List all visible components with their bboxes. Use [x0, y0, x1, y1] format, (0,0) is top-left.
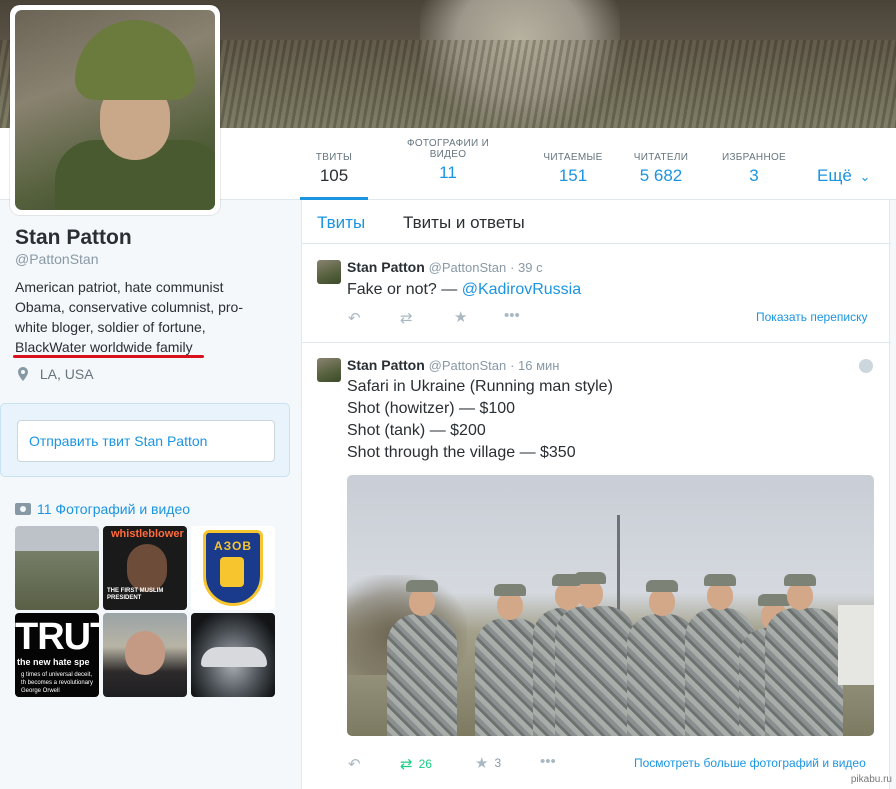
- thumb-caption: g times of universal deceit, th becomes …: [21, 672, 94, 694]
- tweet-timestamp[interactable]: · 39 с: [510, 260, 543, 275]
- azov-emblem: АЗОВ: [203, 530, 263, 606]
- tweet-author-handle[interactable]: @PattonStan: [429, 358, 507, 373]
- stat-following[interactable]: ЧИТАЕМЫЕ 151: [538, 138, 608, 186]
- stat-label: ТВИТЫ: [315, 152, 353, 163]
- stat-value: 3: [749, 166, 759, 185]
- favorite-star-icon[interactable]: ★ 3: [475, 754, 501, 772]
- photo-thumb-whistleblower[interactable]: whistleblower THE FIRST MUSLIM PRESIDENT: [103, 526, 187, 610]
- reply-icon[interactable]: ↶: [348, 755, 361, 773]
- tweet-timestamp[interactable]: · 16 мин: [510, 358, 559, 373]
- thumb-title: whistleblower: [111, 528, 184, 540]
- stat-value: 5 682: [639, 166, 683, 185]
- stat-label: ИЗБРАННОЕ: [721, 152, 787, 163]
- tweet-header: Stan Patton @PattonStan · 16 мин: [347, 357, 560, 373]
- tweet-media-photo[interactable]: [347, 475, 874, 736]
- thumb-subtitle: the new hate spe: [17, 657, 90, 667]
- stat-value: 105: [319, 166, 349, 185]
- photo-thumb-portrait[interactable]: [103, 613, 187, 697]
- photo-thumb-car[interactable]: [191, 613, 275, 697]
- photo-thumb-soldiers[interactable]: [15, 526, 99, 610]
- more-dropdown[interactable]: Ещё ⌄: [817, 166, 870, 186]
- tweet-avatar[interactable]: [317, 260, 341, 284]
- stat-value: 151: [558, 166, 588, 185]
- stat-favorites[interactable]: ИЗБРАННОЕ 3: [714, 138, 794, 186]
- profile-avatar[interactable]: [10, 5, 220, 215]
- tweet-to-box: Отправить твит Stan Patton: [0, 403, 290, 477]
- tweet-header: Stan Patton @PattonStan · 39 с: [347, 259, 543, 275]
- view-more-media-link[interactable]: Посмотреть больше фотографий и видео: [634, 756, 866, 770]
- more-label: Ещё: [817, 166, 852, 185]
- tab-tweets-and-replies[interactable]: Твиты и ответы: [403, 213, 525, 233]
- thumb-caption: THE FIRST MUSLIM PRESIDENT: [107, 588, 164, 601]
- stat-value: 11: [439, 163, 457, 182]
- tweet-author-name[interactable]: Stan Patton: [347, 357, 425, 373]
- stat-label: ФОТОГРАФИИ И ВИДЕО: [406, 138, 490, 160]
- retweet-count: 26: [418, 757, 432, 771]
- watermark: pikabu.ru: [850, 774, 892, 785]
- more-options-icon[interactable]: •••: [504, 307, 520, 324]
- chevron-down-icon: ⌄: [859, 169, 871, 184]
- location-text: LA, USA: [39, 366, 94, 382]
- tweet-text-line: Safari in Ukraine (Running man style): [347, 378, 613, 395]
- favorite-count: 3: [494, 756, 502, 770]
- timeline-tabs: Твиты Твиты и ответы: [302, 200, 891, 244]
- tweet-text-line: Shot (tank) — $200: [347, 422, 486, 439]
- stat-label: ЧИТАТЕЛИ: [633, 152, 689, 163]
- photo-thumb-azov[interactable]: АЗОВ: [191, 526, 275, 610]
- stat-label: ЧИТАЕМЫЕ: [543, 152, 603, 163]
- retweet-icon[interactable]: ⇄: [400, 309, 413, 327]
- globe-icon: [859, 359, 873, 373]
- profile-bio: American patriot, hate communist Obama, …: [15, 279, 243, 355]
- photos-header-label: 11 Фотографий и видео: [37, 501, 191, 517]
- tweet-item[interactable]: Stan Patton @PattonStan · 16 мин Safari …: [302, 343, 891, 789]
- tweet-text-line: Shot (howitzer) — $100: [347, 400, 516, 417]
- bio-highlight-underline: [13, 355, 204, 358]
- stat-followers[interactable]: ЧИТАТЕЛИ 5 682: [626, 138, 696, 186]
- retweet-icon[interactable]: ⇄ 26: [400, 755, 432, 773]
- stat-tweets[interactable]: ТВИТЫ 105: [300, 138, 368, 200]
- tweet-text-body: Fake or not? —: [347, 281, 462, 298]
- tweet-item[interactable]: Stan Patton @PattonStan · 39 с Fake or n…: [302, 245, 891, 343]
- photos-videos-header[interactable]: 11 Фотографий и видео: [15, 501, 190, 517]
- timeline: Твиты Твиты и ответы Stan Patton @Patton…: [301, 200, 891, 789]
- tweet-author-name[interactable]: Stan Patton: [347, 259, 425, 275]
- tweet-mention-link[interactable]: @KadirovRussia: [462, 281, 581, 298]
- tab-tweets[interactable]: Твиты: [317, 213, 365, 233]
- profile-name[interactable]: Stan Patton: [15, 226, 132, 250]
- more-options-icon[interactable]: •••: [540, 753, 556, 770]
- camera-icon: [15, 503, 31, 515]
- tweet-text: Safari in Ukraine (Running man style) Sh…: [347, 376, 613, 464]
- avatar-image: [15, 10, 215, 210]
- thumb-emblem-text: АЗОВ: [213, 539, 253, 553]
- profile-handle[interactable]: @PattonStan: [15, 251, 99, 267]
- tweet-to-button[interactable]: Отправить твит Stan Patton: [17, 420, 275, 462]
- location-pin-icon: [18, 367, 28, 381]
- stat-photos-videos[interactable]: ФОТОГРАФИИ И ВИДЕО 11: [396, 138, 500, 183]
- reply-icon[interactable]: ↶: [348, 309, 361, 327]
- thumb-title: TRUTH: [15, 616, 99, 658]
- tweet-text-line: Shot through the village — $350: [347, 444, 576, 461]
- tweet-avatar[interactable]: [317, 358, 341, 382]
- profile-location: LA, USA: [18, 366, 94, 382]
- tweet-author-handle[interactable]: @PattonStan: [429, 260, 507, 275]
- photo-thumb-truth[interactable]: TRUTH the new hate spe g times of univer…: [15, 613, 99, 697]
- favorite-star-icon[interactable]: ★: [454, 308, 467, 326]
- tweet-text: Fake or not? — @KadirovRussia: [347, 279, 581, 301]
- show-conversation-link[interactable]: Показать переписку: [756, 310, 867, 324]
